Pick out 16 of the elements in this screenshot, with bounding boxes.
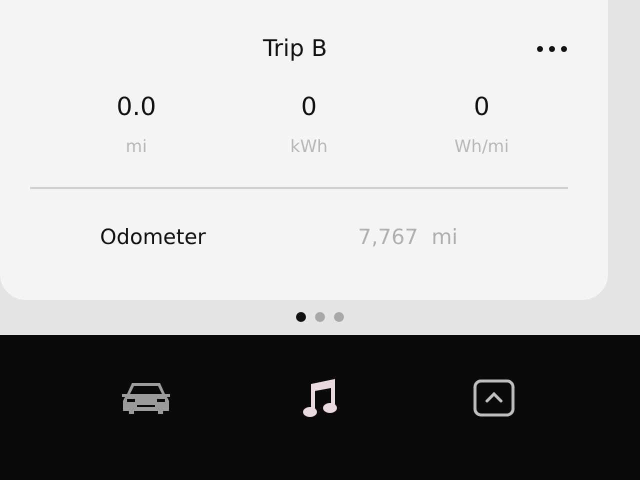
- card-title: Trip B: [263, 36, 328, 62]
- stat-unit: kWh: [290, 137, 328, 157]
- stat-unit: mi: [126, 137, 147, 157]
- page-dot[interactable]: [334, 312, 344, 322]
- music-note-icon[interactable]: [302, 378, 338, 418]
- chevron-up-icon[interactable]: [473, 378, 515, 416]
- stat-value: 0: [301, 92, 317, 121]
- car-icon[interactable]: [120, 380, 172, 414]
- page-dot[interactable]: [296, 312, 306, 322]
- stat-value: 0: [474, 92, 490, 121]
- stat-unit: Wh/mi: [454, 137, 509, 157]
- odometer-value: 7,767 mi: [358, 225, 458, 249]
- more-icon[interactable]: [536, 45, 568, 53]
- stat-value: 0.0: [116, 92, 156, 121]
- odometer-label: Odometer: [100, 225, 207, 249]
- page-dot[interactable]: [315, 312, 325, 322]
